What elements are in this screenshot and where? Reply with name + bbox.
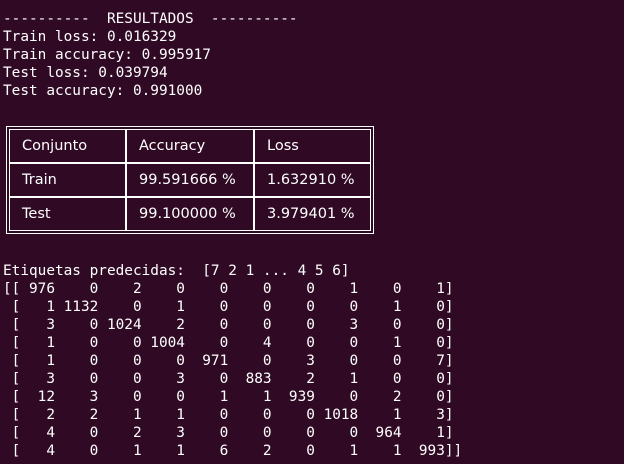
predicted-labels-line: Etiquetas predecidas: [7 2 1 ... 4 5 6] [3, 263, 350, 279]
matrix-row: [ 1 0 0 0 971 0 3 0 0 7] [3, 353, 454, 369]
table-cell: 99.100000 % [126, 197, 254, 231]
results-header: ---------- RESULTADOS ---------- [3, 11, 298, 27]
train-loss-line: Train loss: 0.016329 [3, 29, 177, 45]
table-row: Train 99.591666 % 1.632910 % [9, 163, 371, 197]
matrix-row: [ 4 0 2 3 0 0 0 0 964 1] [3, 425, 454, 441]
matrix-row: [ 2 2 1 1 0 0 0 1018 1 3] [3, 407, 454, 423]
table-cell: 99.591666 % [126, 163, 254, 197]
table-cell: 1.632910 % [254, 163, 371, 197]
matrix-row: [ 1 0 0 1004 0 4 0 0 1 0] [3, 335, 454, 351]
header-cell-loss: Loss [254, 129, 371, 163]
table-row: Test 99.100000 % 3.979401 % [9, 197, 371, 231]
terminal-window[interactable]: ---------- RESULTADOS ---------- Train l… [0, 0, 624, 464]
results-table: Conjunto Accuracy Loss Train 99.591666 %… [6, 126, 374, 234]
matrix-row: [ 12 3 0 0 1 1 939 0 2 0] [3, 389, 454, 405]
table-header-row: Conjunto Accuracy Loss [9, 129, 371, 163]
matrix-row: [ 3 0 0 3 0 883 2 1 0 0] [3, 371, 454, 387]
header-cell-conjunto: Conjunto [9, 129, 126, 163]
matrix-row: [ 3 0 1024 2 0 0 0 3 0 0] [3, 317, 454, 333]
matrix-row: [ 1 1132 0 1 0 0 0 0 1 0] [3, 299, 454, 315]
train-accuracy-line: Train accuracy: 0.995917 [3, 47, 211, 63]
table-cell: Train [9, 163, 126, 197]
header-cell-accuracy: Accuracy [126, 129, 254, 163]
table-cell: Test [9, 197, 126, 231]
matrix-row: [[ 976 0 2 0 0 0 0 1 0 1] [3, 281, 454, 297]
test-loss-line: Test loss: 0.039794 [3, 65, 168, 81]
matrix-row: [ 4 0 1 1 6 2 0 1 1 993]] [3, 443, 463, 459]
test-accuracy-line: Test accuracy: 0.991000 [3, 83, 203, 99]
table-cell: 3.979401 % [254, 197, 371, 231]
